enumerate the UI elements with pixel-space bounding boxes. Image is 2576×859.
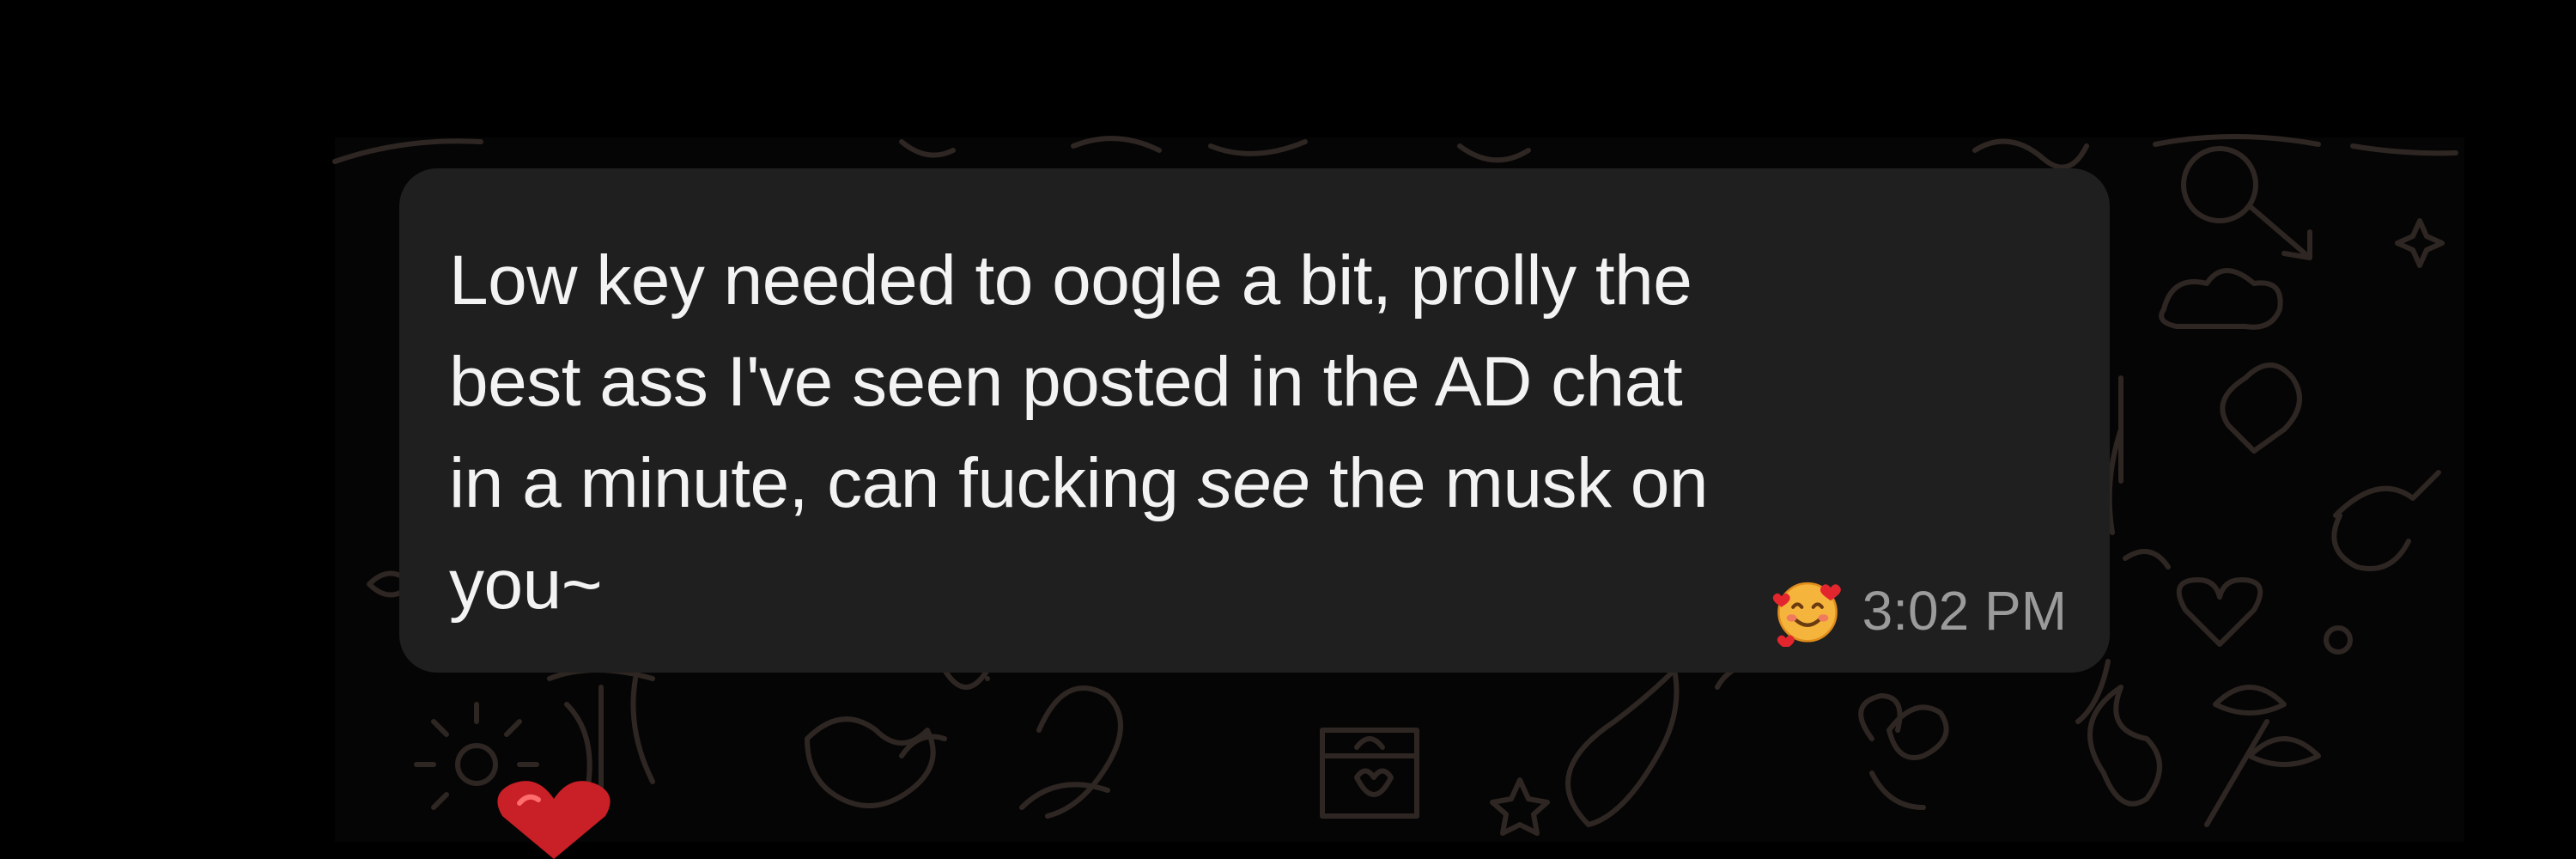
red-heart-icon — [497, 781, 611, 859]
emphasized-word: see — [1197, 444, 1310, 523]
message-bubble[interactable]: Low key needed to oogle a bit, prolly th… — [399, 168, 2110, 673]
smiling-face-with-hearts-icon[interactable] — [1771, 575, 1844, 647]
message-timestamp: 3:02 PM — [1862, 580, 2067, 642]
chat-screen: Low key needed to oogle a bit, prolly th… — [0, 0, 2576, 859]
message-meta: 3:02 PM — [1771, 575, 2067, 647]
